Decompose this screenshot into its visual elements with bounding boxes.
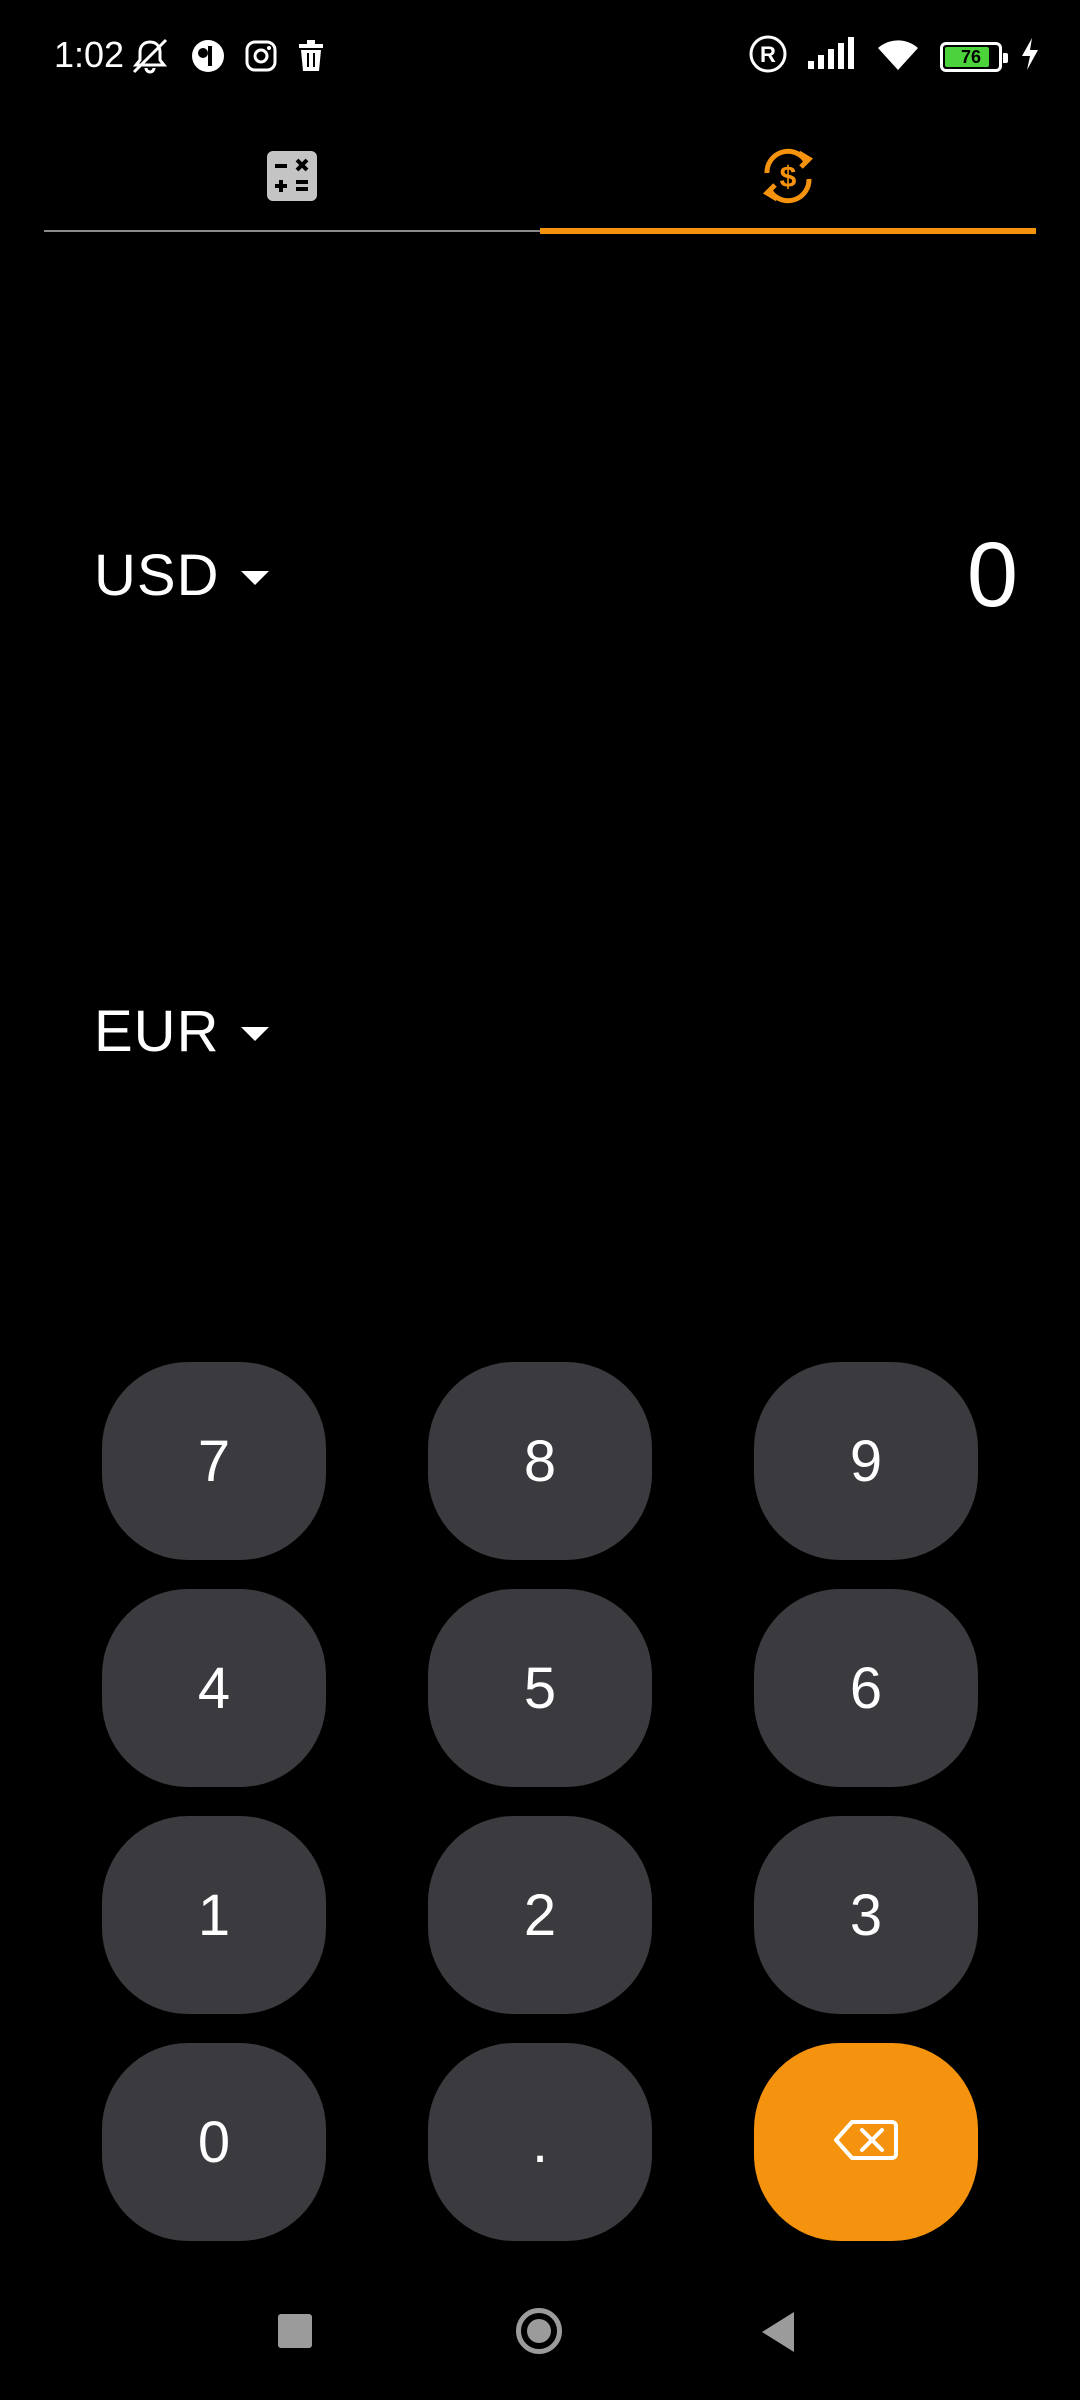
tab-divider <box>44 230 540 232</box>
key-4[interactable]: 4 <box>102 1589 326 1787</box>
key-decimal[interactable]: . <box>428 2043 652 2241</box>
tab-currency-converter[interactable]: $ <box>540 120 1036 236</box>
key-8[interactable]: 8 <box>428 1362 652 1560</box>
key-9[interactable]: 9 <box>754 1362 978 1560</box>
wifi-icon <box>874 36 922 77</box>
home-button[interactable] <box>516 2308 562 2354</box>
calculator-icon <box>265 149 319 208</box>
currency-exchange-icon: $ <box>755 143 821 214</box>
svg-text:R: R <box>760 42 776 67</box>
from-currency-code: USD <box>94 542 220 608</box>
dropdown-arrow-icon <box>241 571 270 585</box>
battery-level: 76 <box>960 46 982 67</box>
backspace-button[interactable] <box>754 2043 978 2241</box>
from-currency-dropdown[interactable]: USD <box>94 542 270 609</box>
to-currency-code: EUR <box>94 998 220 1064</box>
charging-icon <box>1020 37 1040 76</box>
trash-icon <box>296 39 326 78</box>
key-7[interactable]: 7 <box>102 1362 326 1560</box>
status-time: 1:02 <box>54 34 125 75</box>
tab-calculator[interactable] <box>44 120 540 236</box>
svg-text:$: $ <box>780 161 797 194</box>
signal-icon <box>806 37 856 76</box>
back-button[interactable] <box>762 2312 794 2352</box>
backspace-icon <box>834 2109 898 2176</box>
from-amount[interactable]: 0 <box>967 523 1018 628</box>
key-6[interactable]: 6 <box>754 1589 978 1787</box>
key-1[interactable]: 1 <box>102 1816 326 2014</box>
status-left-icons <box>128 36 326 81</box>
to-currency-row: EUR <box>94 976 1018 1086</box>
status-bar: 1:02 R 76 <box>0 0 1080 110</box>
key-5[interactable]: 5 <box>428 1589 652 1787</box>
app-notification-icon <box>190 38 226 79</box>
key-2[interactable]: 2 <box>428 1816 652 2014</box>
to-currency-dropdown[interactable]: EUR <box>94 998 270 1065</box>
tab-bar: $ <box>44 120 1036 236</box>
tab-active-indicator <box>540 228 1036 234</box>
key-3[interactable]: 3 <box>754 1816 978 2014</box>
registered-icon: R <box>748 34 788 79</box>
mute-icon <box>128 36 172 81</box>
instagram-icon <box>244 39 278 78</box>
battery-icon: 76 <box>940 41 1008 72</box>
from-currency-row: USD 0 <box>94 520 1018 630</box>
key-0[interactable]: 0 <box>102 2043 326 2241</box>
status-right-icons: R 76 <box>748 34 1040 79</box>
recents-button[interactable] <box>278 2314 312 2348</box>
dropdown-arrow-icon <box>241 1027 270 1041</box>
system-navigation-bar <box>0 2280 1080 2380</box>
